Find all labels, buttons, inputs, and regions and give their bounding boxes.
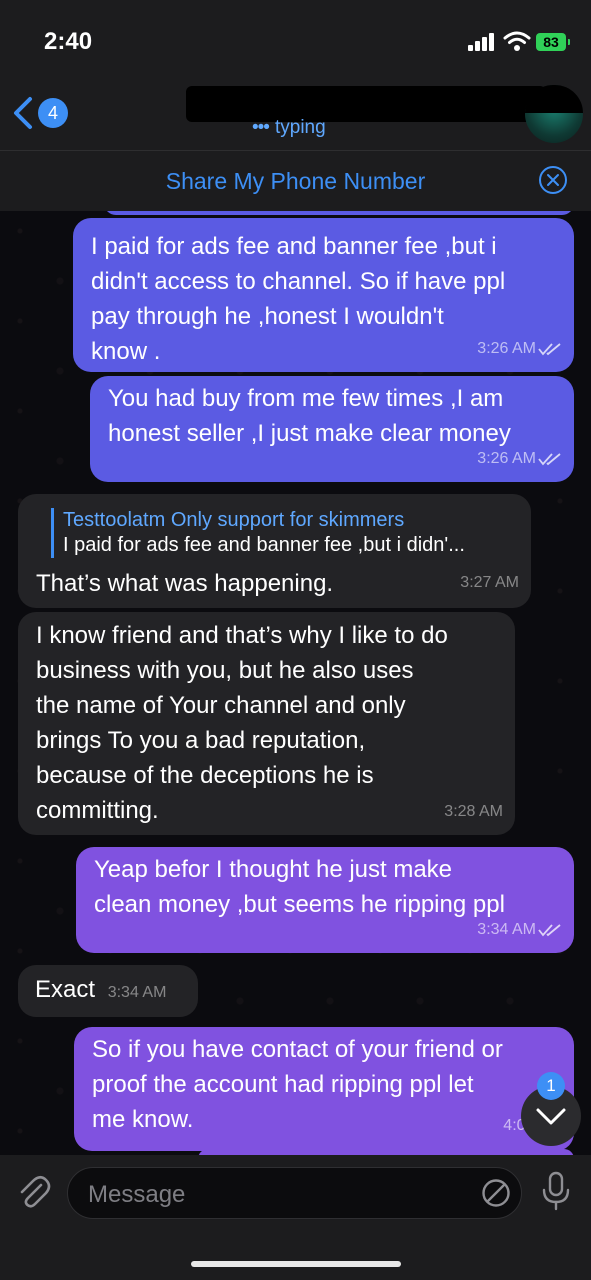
message-time: 3:34 AM <box>107 984 167 1001</box>
message-meta: 3:27 AM <box>460 565 519 600</box>
message-time: 3:27 AM <box>460 574 519 591</box>
previous-message-edge <box>104 211 574 215</box>
message-bubble-outgoing[interactable]: So if you have contact of your friend or… <box>74 1027 574 1151</box>
message-input[interactable]: Message <box>67 1167 522 1219</box>
reply-text: I paid for ads fee and banner fee ,but i… <box>63 534 465 556</box>
message-bubble-incoming[interactable]: Exact 3:34 AM <box>18 965 198 1017</box>
status-time: 2:40 <box>44 28 93 55</box>
battery-icon: 83 <box>536 33 570 51</box>
message-time: 3:34 AM <box>477 921 536 938</box>
message-bubble-outgoing[interactable]: I paid for ads fee and banner fee ,but i… <box>73 218 574 372</box>
paperclip-icon[interactable] <box>14 1173 52 1211</box>
new-messages-badge: 1 <box>537 1072 565 1100</box>
message-time: 3:28 AM <box>444 803 503 820</box>
signal-icon <box>468 33 496 51</box>
battery-level: 83 <box>543 34 559 50</box>
typing-label: typing <box>274 117 326 138</box>
reply-quote[interactable]: Testtoolatm Only support for skimmers I … <box>51 508 465 558</box>
double-check-icon <box>538 342 561 355</box>
composer-bar: Message <box>0 1155 591 1280</box>
message-meta: 3:28 AM <box>444 794 503 829</box>
message-text: So if you have contact of your friend or… <box>92 1036 503 1133</box>
typing-status: ••• typing <box>252 117 326 139</box>
message-meta: 3:26 AM <box>477 441 562 476</box>
close-circle-icon[interactable] <box>538 165 568 195</box>
message-placeholder: Message <box>88 1181 186 1208</box>
redacted-contact-name[interactable] <box>186 86 546 122</box>
double-check-icon <box>538 452 561 465</box>
home-indicator <box>191 1261 401 1267</box>
message-bubble-incoming-reply[interactable]: Testtoolatm Only support for skimmers I … <box>18 494 531 608</box>
microphone-icon[interactable] <box>539 1171 573 1211</box>
message-list[interactable]: I paid for ads fee and banner fee ,but i… <box>0 211 591 1155</box>
message-bubble-outgoing[interactable]: You had buy from me few times ,I am hone… <box>90 376 574 482</box>
reply-author: Testtoolatm Only support for skimmers <box>63 509 405 531</box>
message-time: 3:26 AM <box>477 340 536 357</box>
message-bubble-outgoing[interactable]: Yeap befor I thought he just make clean … <box>76 847 574 953</box>
share-phone-button[interactable]: Share My Phone Number <box>0 168 591 195</box>
unread-count-badge[interactable]: 4 <box>38 98 68 128</box>
typing-dots-icon: ••• <box>252 117 270 138</box>
wifi-icon <box>503 31 531 51</box>
message-text: That’s what was happening. <box>36 570 334 597</box>
message-meta: 3:26 AM <box>477 331 562 366</box>
status-bar: 2:40 83 <box>0 0 591 80</box>
message-meta: 3:34 AM <box>477 912 562 947</box>
sticker-icon[interactable] <box>481 1178 511 1208</box>
message-text: I know friend and that’s why I like to d… <box>36 622 448 824</box>
chat-header: 4 ••• typing <box>0 80 591 150</box>
message-time: 3:26 AM <box>477 450 536 467</box>
message-bubble-incoming[interactable]: I know friend and that’s why I like to d… <box>18 612 515 835</box>
double-check-icon <box>538 923 561 936</box>
share-phone-bar: Share My Phone Number <box>0 150 591 212</box>
back-chevron-icon[interactable] <box>10 96 36 130</box>
message-text: Exact <box>35 976 96 1003</box>
